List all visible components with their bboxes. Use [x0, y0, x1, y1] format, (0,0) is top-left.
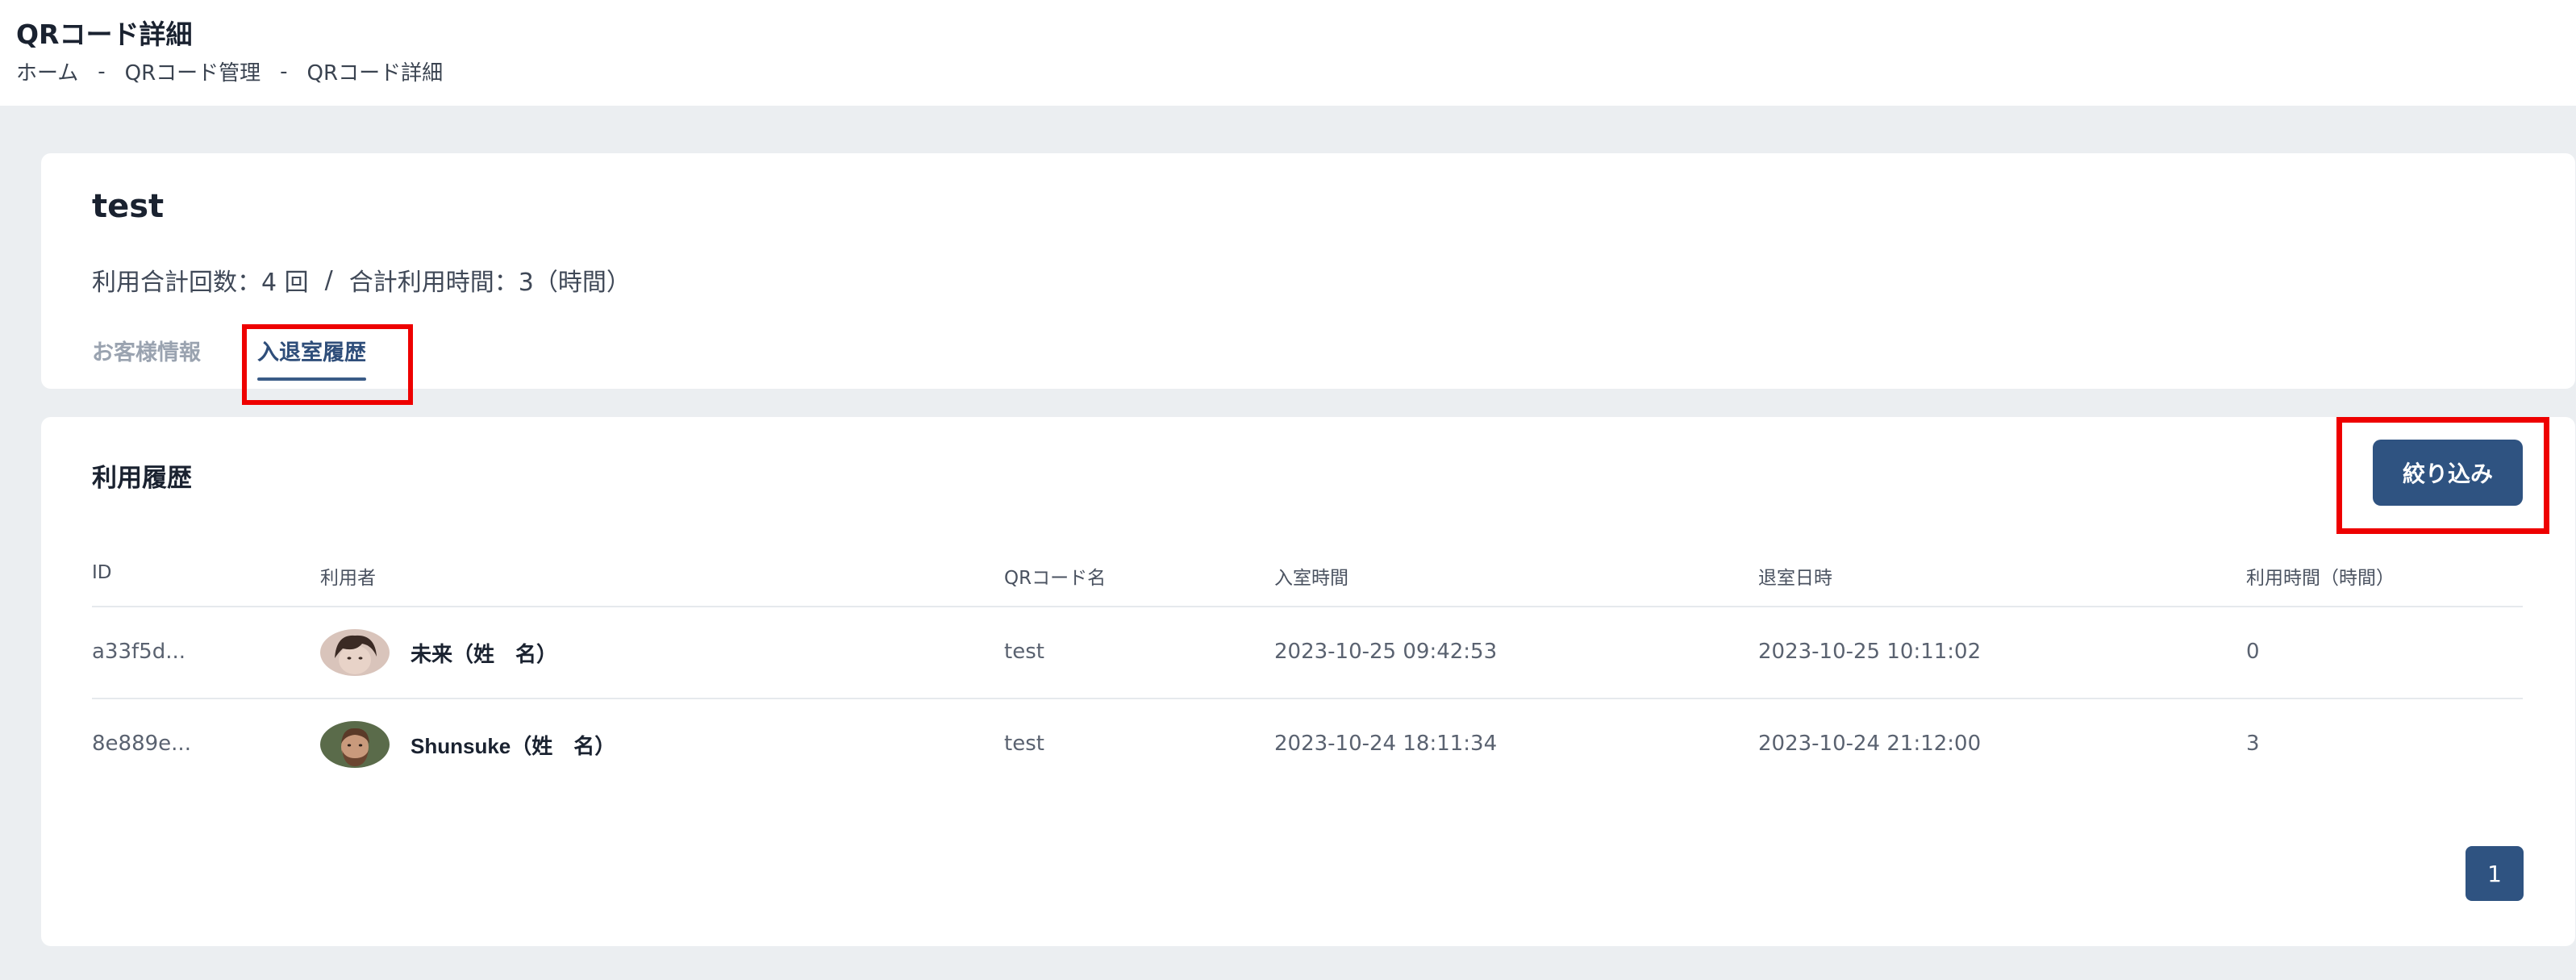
column-header-user: 利用者 [320, 568, 376, 589]
avatar [320, 721, 390, 768]
breadcrumb-qr-management[interactable]: QRコード管理 [125, 56, 261, 86]
breadcrumb-home[interactable]: ホーム [16, 56, 78, 86]
column-header-exit: 退室日時 [1758, 568, 1832, 589]
cell-qr-name: test [1004, 640, 1044, 664]
cell-exit-time: 2023-10-25 10:11:02 [1758, 640, 1982, 664]
column-header-entry: 入室時間 [1274, 568, 1348, 589]
column-header-id: ID [92, 562, 112, 583]
breadcrumb-separator: - [280, 59, 288, 84]
breadcrumb: ホーム - QRコード管理 - QRコード詳細 [16, 56, 443, 86]
cell-duration: 0 [2246, 640, 2260, 664]
user-name: Shunsuke（姓 名） [411, 733, 616, 758]
page-title: QRコード詳細 [16, 19, 193, 50]
cell-id: 8e889e... [92, 732, 191, 756]
usage-count: 利用合計回数：4 回 [92, 269, 309, 297]
table-row[interactable]: a33f5d... 未来（姓 名） test 2023-10-25 09:42:… [92, 607, 2523, 699]
tab-customer-info[interactable]: お客様情報 [92, 339, 201, 389]
cell-id: a33f5d... [92, 640, 186, 664]
cell-duration: 3 [2246, 732, 2260, 756]
cell-qr-name: test [1004, 732, 1044, 756]
record-name: test [92, 188, 165, 225]
cell-entry-time: 2023-10-24 18:11:34 [1274, 732, 1498, 756]
column-header-duration: 利用時間（時間） [2246, 568, 2395, 589]
section-title: 利用履歴 [92, 464, 192, 493]
history-card: 利用履歴 絞り込み ID 利用者 QRコード名 入室時間 退室日時 利用時間（時… [41, 417, 2575, 946]
pagination-page-button[interactable]: 1 [2466, 846, 2524, 901]
highlight-box-filter [2336, 417, 2549, 534]
stats-separator: / [324, 265, 333, 294]
history-table: ID 利用者 QRコード名 入室時間 退室日時 利用時間（時間） a33f5d.… [92, 546, 2523, 791]
usage-time: 合計利用時間：3（時間） [348, 269, 631, 297]
table-header: ID 利用者 QRコード名 入室時間 退室日時 利用時間（時間） [92, 546, 2523, 607]
breadcrumb-separator: - [98, 59, 106, 84]
cell-exit-time: 2023-10-24 21:12:00 [1758, 732, 1982, 756]
table-row[interactable]: 8e889e... Shunsuke（姓 名） test 2023-10-24 … [92, 699, 2523, 791]
avatar [320, 629, 390, 676]
cell-user: Shunsuke（姓 名） [320, 699, 615, 790]
page-header: QRコード詳細 ホーム - QRコード管理 - QRコード詳細 [0, 0, 2576, 106]
summary-card: test 利用合計回数：4 回 / 合計利用時間：3（時間） お客様情報 入退室… [41, 153, 2575, 389]
column-header-qr-name: QRコード名 [1004, 568, 1107, 589]
highlight-box-tab [242, 324, 413, 405]
user-name: 未来（姓 名） [411, 641, 558, 666]
breadcrumb-current: QRコード詳細 [306, 61, 444, 85]
cell-entry-time: 2023-10-25 09:42:53 [1274, 640, 1498, 664]
usage-stats: 利用合計回数：4 回 / 合計利用時間：3（時間） [92, 262, 631, 298]
cell-user: 未来（姓 名） [320, 607, 557, 698]
